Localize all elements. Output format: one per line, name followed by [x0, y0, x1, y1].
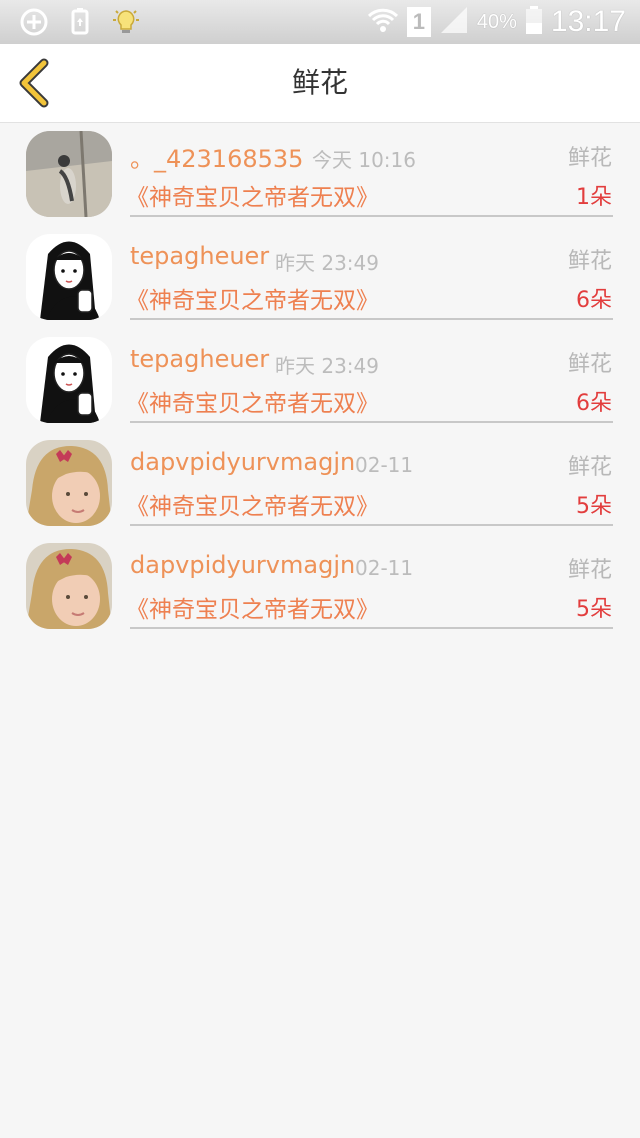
- flower-count: 1朵: [576, 185, 612, 210]
- header-bar: 鲜花: [0, 44, 640, 123]
- list-item[interactable]: 。_423168535 今天 10:16 鲜花 《神奇宝贝之帝者无双》 1朵: [0, 123, 640, 226]
- flower-count: 5朵: [576, 494, 612, 519]
- divider: [130, 524, 613, 526]
- gift-time: 02-11: [355, 453, 414, 477]
- status-bar: 1 40% 13:17: [0, 0, 640, 44]
- avatar[interactable]: [26, 440, 112, 526]
- flower-count: 5朵: [576, 597, 612, 622]
- gift-time: 昨天 23:49: [275, 251, 379, 275]
- flower-count: 6朵: [576, 391, 612, 416]
- divider: [130, 215, 613, 217]
- wifi-icon: [367, 6, 399, 38]
- book-title[interactable]: 《神奇宝贝之帝者无双》: [126, 281, 379, 315]
- sim-icon: 1: [406, 7, 431, 37]
- sender-name: 。_423168535: [130, 145, 304, 173]
- list-item[interactable]: dapvpidyurvmagjn 02-11 鲜花 《神奇宝贝之帝者无双》 5朵: [0, 535, 640, 638]
- sender-name: tepagheuer: [130, 242, 270, 270]
- gift-time: 02-11: [355, 556, 414, 580]
- gift-type: 鲜花: [567, 558, 612, 583]
- divider: [130, 627, 613, 629]
- book-title[interactable]: 《神奇宝贝之帝者无双》: [126, 590, 379, 624]
- avatar[interactable]: [26, 234, 112, 320]
- gift-type: 鲜花: [567, 146, 612, 171]
- battery-saver-icon: [64, 6, 96, 38]
- gift-type: 鲜花: [567, 249, 612, 274]
- book-title[interactable]: 《神奇宝贝之帝者无双》: [126, 384, 379, 418]
- page-title: 鲜花: [291, 66, 348, 99]
- battery-percent: 40%: [476, 10, 517, 33]
- book-title[interactable]: 《神奇宝贝之帝者无双》: [126, 178, 379, 212]
- sender-name: tepagheuer: [130, 345, 270, 373]
- book-title[interactable]: 《神奇宝贝之帝者无双》: [126, 487, 379, 521]
- flower-count: 6朵: [576, 288, 612, 313]
- list-item[interactable]: dapvpidyurvmagjn 02-11 鲜花 《神奇宝贝之帝者无双》 5朵: [0, 432, 640, 535]
- avatar[interactable]: [26, 337, 112, 423]
- list-item[interactable]: tepagheuer 昨天 23:49 鲜花 《神奇宝贝之帝者无双》 6朵: [0, 329, 640, 432]
- add-circle-icon: [18, 6, 50, 38]
- list-item[interactable]: tepagheuer 昨天 23:49 鲜花 《神奇宝贝之帝者无双》 6朵: [0, 226, 640, 329]
- avatar[interactable]: [26, 131, 112, 217]
- battery-icon: [525, 5, 543, 39]
- clock: 13:17: [550, 5, 626, 38]
- gift-time: 昨天 23:49: [275, 354, 379, 378]
- gift-type: 鲜花: [567, 455, 612, 480]
- divider: [130, 421, 613, 423]
- gift-type: 鲜花: [567, 352, 612, 377]
- signal-icon: [439, 5, 469, 39]
- gift-time: 今天 10:16: [312, 148, 416, 172]
- sender-name: dapvpidyurvmagjn: [130, 551, 356, 579]
- avatar[interactable]: [26, 543, 112, 629]
- sender-name: dapvpidyurvmagjn: [130, 448, 356, 476]
- divider: [130, 318, 613, 320]
- flower-gift-list: 。_423168535 今天 10:16 鲜花 《神奇宝贝之帝者无双》 1朵 t…: [0, 123, 640, 638]
- lightbulb-icon: [110, 6, 142, 38]
